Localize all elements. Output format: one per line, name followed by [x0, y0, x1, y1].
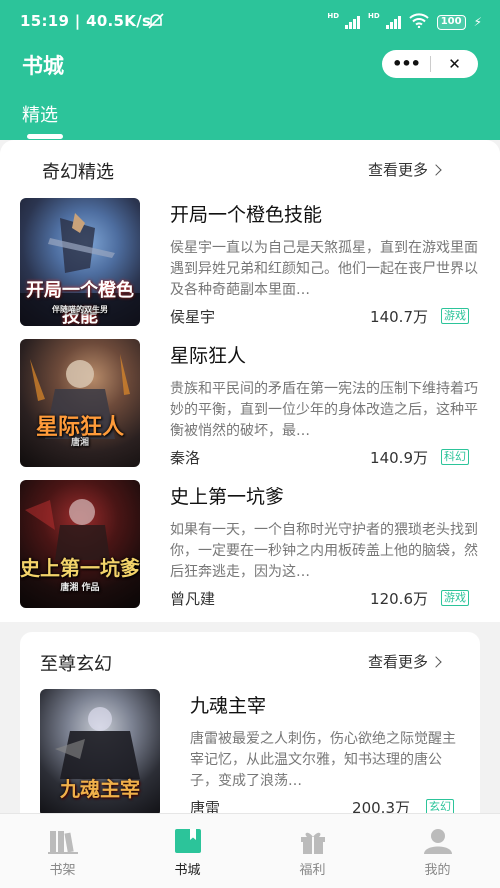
page-title: 书城 — [22, 54, 64, 78]
book-item[interactable]: 开局一个橙色技能 伴随喵的双生男 开局一个橙色技能 侯星宇一直以为自己是天煞孤星… — [20, 198, 480, 328]
chevron-right-icon — [430, 656, 442, 668]
clock-time: 15:19 — [20, 12, 70, 30]
book-word-count: 120.6万 — [370, 590, 428, 608]
genre-tag: 科幻 — [441, 449, 469, 465]
network-speed: 40.5K/s — [86, 12, 152, 30]
gift-icon — [298, 828, 328, 854]
tab-bookstore[interactable]: 书城 — [125, 814, 250, 888]
genre-tag: 游戏 — [441, 308, 469, 324]
cover-subtitle: 唐湘 作品 — [60, 583, 100, 593]
tab-label: 福利 — [299, 863, 326, 878]
cover-subtitle: 唐湘 — [70, 438, 89, 448]
cover-title: 开局一个橙色技能 — [26, 280, 134, 326]
bookshelf-icon — [47, 828, 78, 854]
tab-bookshelf[interactable]: 书架 — [0, 814, 125, 888]
book-item[interactable]: 史上第一坑爹 唐湘 作品 史上第一坑爹 如果有一天，一个自称时光守护者的猥琐老头… — [20, 480, 480, 610]
signal-icon — [345, 15, 361, 29]
tab-mine[interactable]: 我的 — [375, 814, 500, 888]
book-description: 唐雷被最爱之人刺伤，伤心欲绝之际觉醒主宰记忆，从此温文尔雅，知书达理的唐公子，变… — [190, 731, 456, 789]
cover-title: 九魂主宰 — [60, 777, 140, 801]
book-item[interactable]: 星际狂人 唐湘 星际狂人 贵族和平民间的矛盾在第一宪法的压制下维持着巧妙的平衡，… — [20, 339, 480, 469]
tab-label: 我的 — [424, 863, 451, 878]
user-icon — [423, 828, 453, 854]
close-button[interactable]: ✕ — [431, 50, 478, 78]
see-more-link[interactable]: 查看更多 — [368, 159, 442, 180]
book-author: 侯星宇 — [170, 308, 216, 326]
book-word-count: 140.9万 — [370, 449, 428, 467]
signal-icon-2 — [385, 15, 401, 29]
hd-label-2: HD — [368, 12, 380, 20]
book-description: 侯星宇一直以为自己是天煞孤星，直到在游戏里面遇到异姓兄弟和红颜知己。他们一起在丧… — [170, 240, 478, 298]
status-time: 15:19 | 40.5K/s — [20, 12, 152, 30]
book-cover[interactable]: 星际狂人 唐湘 — [20, 339, 140, 467]
book-description: 贵族和平民间的矛盾在第一宪法的压制下维持着巧妙的平衡，直到一位少年的身体改造之后… — [170, 381, 478, 439]
book-title[interactable]: 开局一个橙色技能 — [170, 200, 322, 227]
book-word-count: 140.7万 — [370, 308, 428, 326]
book-title[interactable]: 星际狂人 — [170, 341, 246, 368]
cover-title: 史上第一坑爹 — [20, 556, 140, 580]
tab-featured[interactable]: 精选 — [22, 101, 58, 127]
hd-label-1: HD — [327, 12, 340, 20]
wifi-icon — [408, 13, 429, 31]
status-bar: 15:19 | 40.5K/s HD HD 100 ⚡ — [0, 0, 500, 44]
tab-label: 书架 — [49, 863, 76, 878]
book-item[interactable]: 九魂主宰 九魂主宰 唐雷被最爱之人刺伤，伤心欲绝之际觉醒主宰记忆，从此温文尔雅，… — [40, 689, 470, 813]
section-card-fantasy: 奇幻精选 查看更多 开局一个橙色技能 伴随喵的双生男 开局一个橙色技能 侯星宇一… — [0, 140, 500, 622]
tab-label: 书城 — [174, 863, 201, 878]
more-menu-button[interactable]: ••• — [382, 50, 430, 78]
book-author: 曾凡建 — [170, 590, 216, 608]
cover-subtitle: 伴随喵的双生男 — [52, 305, 108, 314]
see-more-link[interactable]: 查看更多 — [368, 651, 442, 672]
book-word-count: 200.3万 — [352, 799, 410, 813]
book-cover[interactable]: 九魂主宰 — [40, 689, 160, 813]
book-author: 唐雷 — [190, 799, 221, 813]
book-cover[interactable]: 史上第一坑爹 唐湘 作品 — [20, 480, 140, 608]
tab-indicator — [27, 134, 63, 139]
status-icons: HD HD 100 ⚡ — [327, 12, 482, 31]
see-more-label: 查看更多 — [368, 161, 429, 179]
section-card-xuanhuan: 至尊玄幻 查看更多 九魂主宰 九魂主宰 唐雷被最爱之人刺伤，伤心欲绝之际觉醒主宰… — [20, 632, 480, 813]
silent-icon — [147, 12, 165, 34]
book-author: 秦洛 — [170, 449, 201, 467]
section-title: 奇幻精选 — [42, 162, 114, 183]
bookstore-icon — [173, 828, 203, 854]
chevron-right-icon — [430, 164, 442, 176]
book-title[interactable]: 九魂主宰 — [190, 691, 266, 718]
bottom-tab-bar: 书架 书城 福利 我的 — [0, 813, 500, 888]
see-more-label: 查看更多 — [368, 653, 429, 671]
charging-icon: ⚡ — [473, 15, 482, 29]
genre-tag: 玄幻 — [426, 799, 454, 813]
app-header: 15:19 | 40.5K/s HD HD 100 ⚡ 书城 ••• ✕ 精选 — [0, 0, 500, 140]
book-title[interactable]: 史上第一坑爹 — [170, 482, 284, 509]
main-content: 奇幻精选 查看更多 开局一个橙色技能 伴随喵的双生男 开局一个橙色技能 侯星宇一… — [0, 140, 500, 813]
tab-welfare[interactable]: 福利 — [250, 814, 375, 888]
section-title: 至尊玄幻 — [40, 654, 112, 675]
miniapp-capsule: ••• ✕ — [382, 50, 478, 78]
battery-icon: 100 — [436, 14, 466, 30]
genre-tag: 游戏 — [441, 590, 469, 606]
book-description: 如果有一天，一个自称时光守护者的猥琐老头找到你，一定要在一秒钟之内用板砖盖上他的… — [170, 522, 478, 580]
book-cover[interactable]: 开局一个橙色技能 伴随喵的双生男 — [20, 198, 140, 326]
